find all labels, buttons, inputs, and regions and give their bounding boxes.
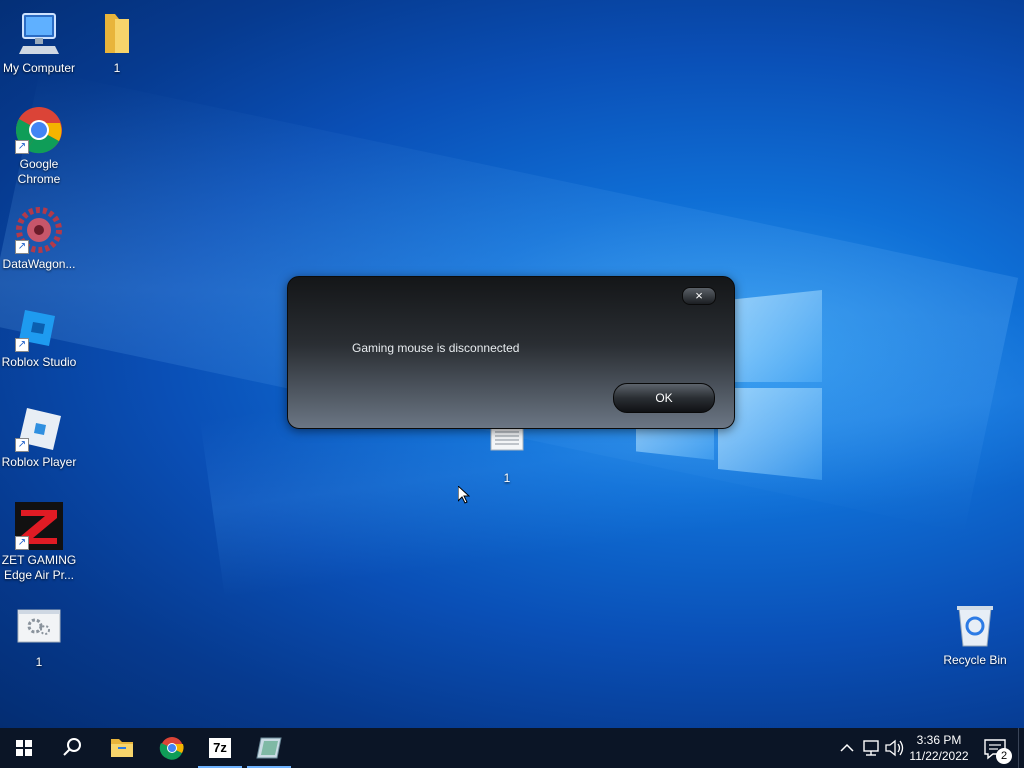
taskbar-file-explorer[interactable] xyxy=(98,728,146,768)
alert-dialog: × Gaming mouse is disconnected OK xyxy=(287,276,735,429)
volume-button[interactable] xyxy=(883,728,905,768)
taskbar-app[interactable] xyxy=(245,728,293,768)
chrome-icon: ↗ xyxy=(15,106,63,154)
close-button[interactable]: × xyxy=(682,287,716,305)
desktop-icon-label: Google Chrome xyxy=(17,157,61,186)
search-icon xyxy=(63,738,81,756)
network-button[interactable] xyxy=(860,728,882,768)
notification-count-badge: 2 xyxy=(996,748,1012,764)
desktop-icon-datawagon[interactable]: ↗ DataWagon... xyxy=(0,206,78,272)
action-center-button[interactable]: 2 xyxy=(978,728,1014,768)
recycle-bin-icon xyxy=(951,602,999,650)
shortcut-arrow-icon: ↗ xyxy=(15,536,29,550)
roblox-studio-icon: ↗ xyxy=(15,304,63,352)
start-button[interactable] xyxy=(0,728,48,768)
file-explorer-icon xyxy=(111,739,133,757)
settings-file-icon xyxy=(15,604,63,652)
dialog-message: Gaming mouse is disconnected xyxy=(352,341,520,355)
7zip-icon: 7z xyxy=(209,738,231,758)
desktop-icon-google-chrome[interactable]: ↗ Google Chrome xyxy=(0,106,78,187)
shortcut-arrow-icon: ↗ xyxy=(15,338,29,352)
speaker-icon xyxy=(885,739,904,757)
mouse-pointer-icon xyxy=(458,486,470,504)
desktop-icon-label: ZET GAMING Edge Air Pr... xyxy=(1,553,77,582)
computer-icon xyxy=(15,10,63,58)
desktop-icon-label: 1 xyxy=(35,655,43,669)
clock[interactable]: 3:36 PM 11/22/2022 xyxy=(906,728,972,768)
zet-gaming-icon: ↗ xyxy=(15,502,63,550)
desktop-icon-roblox-studio[interactable]: ↗ Roblox Studio xyxy=(0,304,78,370)
taskbar-7zip[interactable]: 7z xyxy=(196,728,244,768)
desktop-icon-roblox-player[interactable]: ↗ Roblox Player xyxy=(0,404,78,470)
ok-button[interactable]: OK xyxy=(613,383,715,413)
desktop-icon-label: 1 xyxy=(503,471,511,485)
app-icon xyxy=(256,737,282,759)
shortcut-arrow-icon: ↗ xyxy=(15,240,29,254)
taskbar-chrome[interactable] xyxy=(148,728,196,768)
search-button[interactable] xyxy=(48,728,96,768)
clock-time: 3:36 PM xyxy=(916,733,962,747)
roblox-player-icon: ↗ xyxy=(15,404,63,452)
datawagon-icon: ↗ xyxy=(15,206,63,254)
chevron-up-icon xyxy=(840,743,854,752)
folder-icon xyxy=(93,10,141,58)
desktop-icon-file[interactable]: 1 xyxy=(0,604,78,670)
shortcut-arrow-icon: ↗ xyxy=(15,140,29,154)
desktop-icon-label: Roblox Studio xyxy=(1,355,77,369)
desktop-icon-label: Roblox Player xyxy=(1,455,77,469)
desktop-icon-my-computer[interactable]: My Computer xyxy=(0,10,78,76)
desktop-icon-folder[interactable]: 1 xyxy=(78,10,156,76)
shortcut-arrow-icon: ↗ xyxy=(15,438,29,452)
desktop-icon-label: 1 xyxy=(113,61,121,75)
network-icon xyxy=(863,740,879,756)
clock-date: 11/22/2022 xyxy=(909,749,969,763)
desktop-icon-recycle-bin[interactable]: Recycle Bin xyxy=(936,602,1014,668)
windows-start-icon xyxy=(16,740,32,756)
desktop-icon-label: DataWagon... xyxy=(2,257,76,271)
chrome-icon xyxy=(159,737,184,760)
show-hidden-icons-button[interactable] xyxy=(836,728,858,768)
desktop-icon-label: My Computer xyxy=(2,61,76,75)
taskbar: 7z 3:36 PM 11/22/2022 2 xyxy=(0,728,1024,768)
show-desktop-button[interactable] xyxy=(1018,728,1024,768)
desktop: My Computer 1 ↗ Google Chrome ↗ DataWago… xyxy=(0,0,1024,728)
desktop-icon-label: Recycle Bin xyxy=(943,653,1007,667)
desktop-icon-zet-gaming[interactable]: ↗ ZET GAMING Edge Air Pr... xyxy=(0,502,78,583)
desktop-icon-text-file[interactable]: 1 xyxy=(468,420,546,486)
